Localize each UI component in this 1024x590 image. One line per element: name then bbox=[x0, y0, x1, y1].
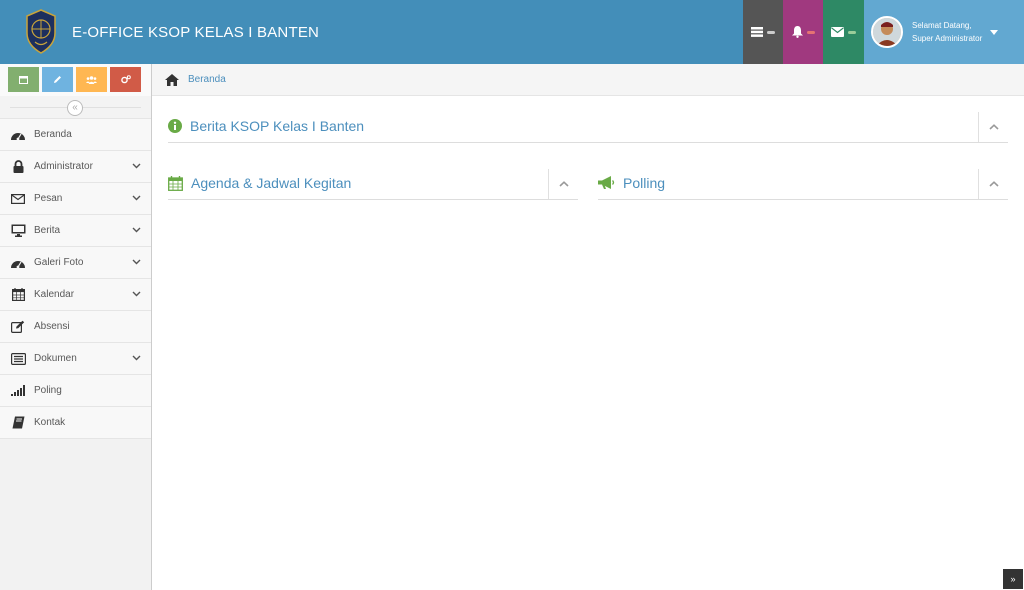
sidebar-item-label: Kalendar bbox=[34, 289, 75, 300]
user-menu-button[interactable]: Selamat Datang, Super Administrator bbox=[864, 0, 1024, 64]
list-icon bbox=[9, 350, 27, 368]
users-icon bbox=[86, 75, 97, 84]
sidebar-item-label: Galeri Foto bbox=[34, 257, 84, 268]
chevron-down-icon bbox=[132, 291, 141, 297]
calendar-icon bbox=[168, 175, 183, 191]
shortcut-users-button[interactable] bbox=[76, 67, 107, 92]
notifications-menu-button[interactable] bbox=[783, 0, 823, 64]
user-info: Selamat Datang, Super Administrator bbox=[912, 19, 982, 45]
info-circle-icon bbox=[168, 119, 182, 133]
bullhorn-icon bbox=[598, 176, 615, 189]
breadcrumb-link-beranda[interactable]: Beranda bbox=[188, 74, 226, 85]
chevron-up-icon bbox=[988, 124, 999, 130]
sidebar-item-label: Kontak bbox=[34, 417, 66, 428]
widget-collapse-button[interactable] bbox=[978, 169, 1008, 199]
sidebar-item-label: Beranda bbox=[34, 129, 72, 140]
sidebar-item-label: Dokumen bbox=[34, 353, 77, 364]
desktop-icon bbox=[9, 222, 27, 240]
sidebar-item-poling[interactable]: Poling bbox=[0, 375, 151, 407]
sidebar-nav: Beranda Administrator Pesan Berita Galer… bbox=[0, 118, 151, 439]
messages-badge bbox=[848, 30, 856, 34]
widget-polling: Polling bbox=[598, 169, 1008, 200]
edit-icon bbox=[9, 318, 27, 336]
home-icon bbox=[165, 73, 179, 86]
widget-header: Polling bbox=[598, 175, 665, 191]
widget-header: Berita KSOP Kelas I Banten bbox=[168, 118, 364, 134]
sidebar-item-kalendar[interactable]: Kalendar bbox=[0, 279, 151, 311]
avatar bbox=[871, 16, 903, 48]
sidebar-item-label: Absensi bbox=[34, 321, 70, 332]
tasks-menu-button[interactable] bbox=[743, 0, 783, 64]
tasks-icon bbox=[751, 27, 763, 37]
sidebar: « Beranda Administrator Pesan Berita Gal… bbox=[0, 64, 152, 590]
sidebar-item-pesan[interactable]: Pesan bbox=[0, 183, 151, 215]
dashboard-icon bbox=[9, 254, 27, 272]
envelope-icon bbox=[9, 190, 27, 208]
main-content: Beranda Berita KSOP Kelas I Banten Agend… bbox=[152, 64, 1024, 590]
widget-collapse-button[interactable] bbox=[548, 169, 578, 199]
sidebar-item-label: Berita bbox=[34, 225, 61, 236]
chevron-down-icon bbox=[132, 227, 141, 233]
sidebar-item-label: Poling bbox=[34, 385, 62, 396]
bell-icon bbox=[791, 26, 803, 38]
messages-menu-button[interactable] bbox=[823, 0, 864, 64]
chevron-down-icon bbox=[132, 195, 141, 201]
sidebar-collapse-row: « bbox=[0, 96, 151, 118]
breadcrumb: Beranda bbox=[152, 64, 1024, 96]
dashboard-icon bbox=[9, 126, 27, 144]
chevron-down-icon bbox=[132, 163, 141, 169]
ministry-logo-icon bbox=[26, 9, 56, 54]
widget-collapse-button[interactable] bbox=[978, 112, 1008, 142]
shortcut-calendar-button[interactable] bbox=[8, 67, 39, 92]
scroll-to-top-button[interactable]: » bbox=[1003, 569, 1023, 589]
cogs-icon bbox=[120, 75, 131, 84]
chevron-down-icon bbox=[132, 355, 141, 361]
brand[interactable]: E-OFFICE KSOP KELAS I BANTEN bbox=[24, 8, 319, 56]
sidebar-item-label: Pesan bbox=[34, 193, 63, 204]
widget-title: Berita KSOP Kelas I Banten bbox=[190, 118, 365, 134]
widget-header: Agenda & Jadwal Kegitan bbox=[168, 175, 351, 191]
caret-down-icon bbox=[990, 29, 999, 35]
sidebar-item-galeri-foto[interactable]: Galeri Foto bbox=[0, 247, 151, 279]
navbar: E-OFFICE KSOP KELAS I BANTEN Selamat Dat… bbox=[0, 0, 1024, 64]
user-photo-icon bbox=[873, 18, 901, 46]
calendar-icon bbox=[9, 286, 27, 304]
chevron-up-icon bbox=[558, 181, 569, 187]
sidebar-item-label: Administrator bbox=[34, 161, 93, 172]
widget-berita: Berita KSOP Kelas I Banten bbox=[168, 112, 1008, 143]
book-icon bbox=[9, 414, 27, 432]
envelope-icon bbox=[831, 27, 844, 37]
user-greeting: Selamat Datang, bbox=[912, 21, 972, 30]
sidebar-item-berita[interactable]: Berita bbox=[0, 215, 151, 247]
sidebar-item-dokumen[interactable]: Dokumen bbox=[0, 343, 151, 375]
widget-title: Polling bbox=[623, 175, 666, 191]
lock-icon bbox=[9, 158, 27, 176]
chevron-down-icon bbox=[132, 259, 141, 265]
widget-agenda: Agenda & Jadwal Kegitan bbox=[168, 169, 578, 200]
signal-icon bbox=[9, 382, 27, 400]
app-title: E-OFFICE KSOP KELAS I BANTEN bbox=[72, 23, 320, 41]
widget-title: Agenda & Jadwal Kegitan bbox=[191, 175, 352, 191]
sidebar-shortcuts bbox=[0, 64, 151, 96]
shortcut-cogs-button[interactable] bbox=[110, 67, 141, 92]
sidebar-collapse-button[interactable]: « bbox=[67, 100, 83, 116]
sidebar-item-absensi[interactable]: Absensi bbox=[0, 311, 151, 343]
sidebar-item-kontak[interactable]: Kontak bbox=[0, 407, 151, 439]
tasks-badge bbox=[767, 30, 775, 34]
sidebar-item-administrator[interactable]: Administrator bbox=[0, 151, 151, 183]
calendar-icon bbox=[19, 76, 28, 84]
chevron-up-icon bbox=[988, 181, 999, 187]
pencil-icon bbox=[54, 76, 61, 83]
notifications-badge bbox=[806, 30, 815, 34]
sidebar-item-beranda[interactable]: Beranda bbox=[0, 119, 151, 151]
shortcut-pencil-button[interactable] bbox=[42, 67, 73, 92]
user-name: Super Administrator bbox=[912, 34, 983, 43]
